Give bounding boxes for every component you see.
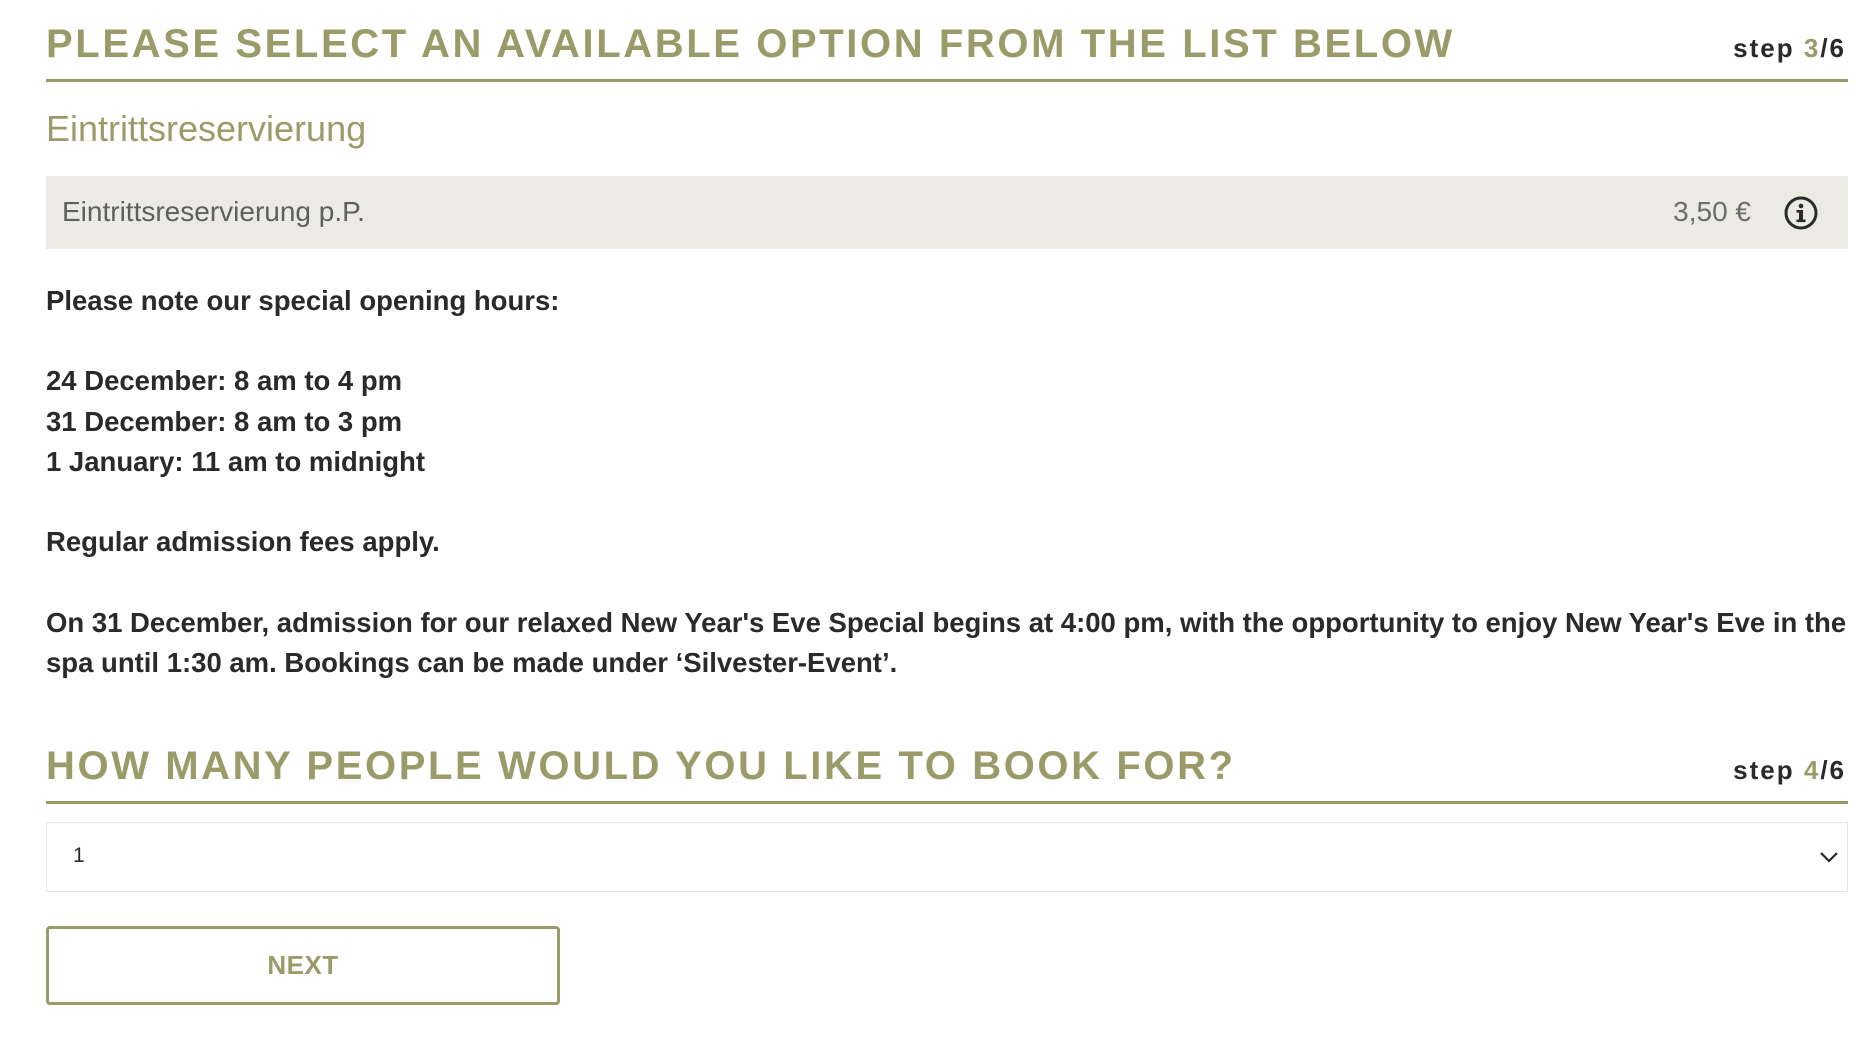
step3-counter: step 3/6	[1733, 33, 1846, 64]
step3-title: PLEASE SELECT AN AVAILABLE OPTION FROM T…	[46, 22, 1455, 66]
step-word: step	[1733, 755, 1804, 785]
option-row-eintrittsreservierung[interactable]: Eintrittsreservierung p.P. 3,50 €	[46, 176, 1848, 249]
fees-note: Regular admission fees apply.	[46, 526, 440, 558]
new-years-eve-note: On 31 December, admission for our relaxe…	[46, 606, 1847, 678]
step4-header: HOW MANY PEOPLE WOULD YOU LIKE TO BOOK F…	[46, 722, 1848, 804]
step4-counter: step 4/6	[1733, 755, 1846, 786]
next-button[interactable]: NEXT	[46, 926, 560, 1005]
people-count-value: 1	[73, 844, 85, 867]
step-word: step	[1733, 33, 1804, 63]
step-current: 3	[1803, 33, 1821, 63]
booking-form: PLEASE SELECT AN AVAILABLE OPTION FROM T…	[46, 0, 1848, 1005]
option-price: 3,50 €	[1673, 196, 1751, 227]
info-icon[interactable]	[1784, 196, 1818, 230]
opening-hours-notice: Please note our special opening hours: 2…	[46, 281, 1848, 683]
notice-heading: Please note our special opening hours:	[46, 285, 560, 316]
group-title: Eintrittsreservierung	[46, 108, 367, 149]
hours-line: 24 December: 8 am to 4 pm	[46, 365, 403, 397]
step-total: /6	[1820, 755, 1846, 785]
option-name: Eintrittsreservierung p.P.	[62, 196, 365, 227]
step-total: /6	[1820, 33, 1846, 63]
people-count-select[interactable]: 1	[46, 822, 1848, 892]
hours-line: 31 December: 8 am to 3 pm	[46, 405, 403, 437]
hours-line: 1 January: 11 am to midnight	[46, 445, 425, 477]
chevron-down-icon	[1817, 845, 1841, 869]
step4-section: HOW MANY PEOPLE WOULD YOU LIKE TO BOOK F…	[46, 722, 1848, 804]
step4-title: HOW MANY PEOPLE WOULD YOU LIKE TO BOOK F…	[46, 744, 1236, 788]
step-current: 4	[1803, 755, 1821, 785]
step3-header: PLEASE SELECT AN AVAILABLE OPTION FROM T…	[46, 0, 1848, 82]
